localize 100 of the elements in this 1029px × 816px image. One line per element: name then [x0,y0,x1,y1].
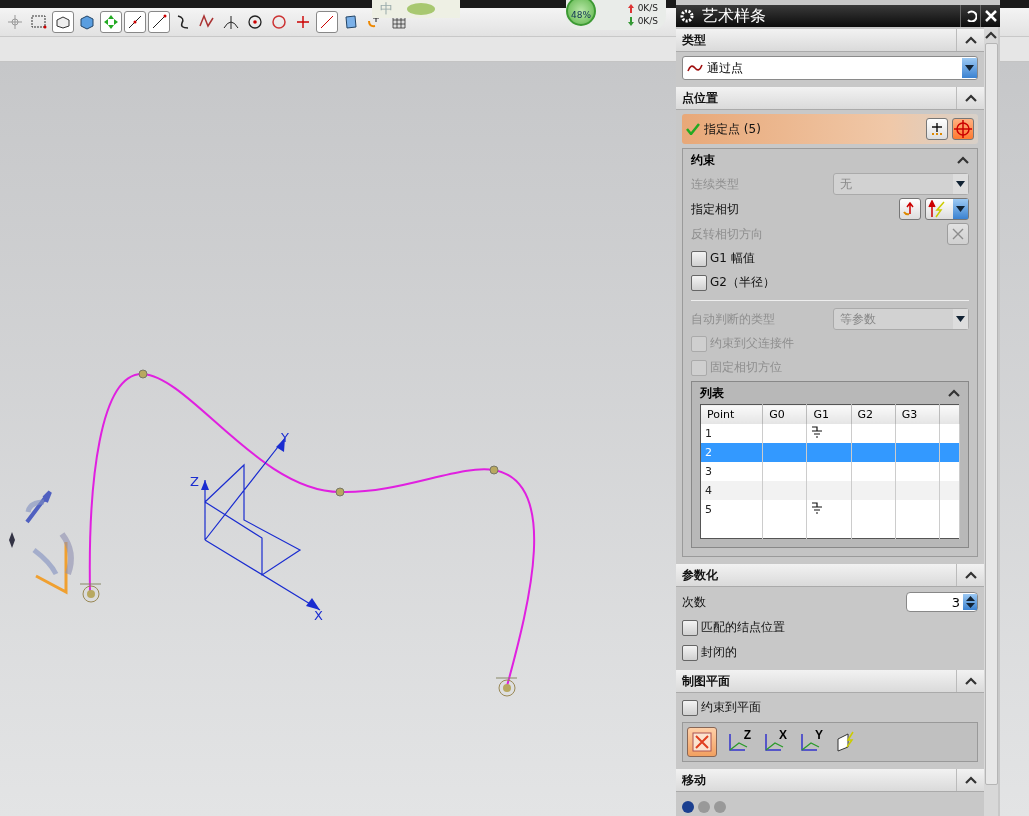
control-point [489,465,499,475]
table-cell: 4 [700,481,763,500]
ground-symbol-icon [811,502,824,514]
ime-mode-label: 中 [380,0,393,18]
line-icon [127,14,143,30]
undo-icon [964,10,977,22]
plus-icon [296,15,310,29]
top-bar [1000,0,1029,8]
chevron-up-icon [964,36,977,44]
caret-icon [956,316,965,322]
arrow-point-icon [903,202,917,216]
table-row[interactable]: 4 [700,481,960,500]
chevron-up-icon [964,94,977,102]
crosshair-icon [954,120,972,138]
point-dialog-button[interactable] [899,198,921,220]
end-point-marker [495,677,518,697]
point-selector[interactable]: 指定点 (5) [682,114,978,144]
ground-symbol-icon [811,426,824,438]
group-title: 列表 [700,384,725,402]
caret-icon [956,181,965,187]
dropdown: 无 [833,173,969,195]
plane-option-button[interactable] [687,727,717,757]
checkbox[interactable]: G1 幅值 [691,248,969,269]
collapse-button[interactable] [957,156,969,164]
spline-icon [199,14,215,30]
vector-icon [926,200,946,218]
radio-button[interactable] [698,801,710,813]
arrows-icon [103,14,119,30]
checkbox[interactable]: G2（半径） [691,272,969,293]
table-cell: 5 [700,500,763,519]
line-button[interactable] [148,11,170,33]
table-row[interactable]: 1 [700,424,960,443]
line-button[interactable] [124,11,146,33]
checkmark-icon [686,123,700,135]
line-icon [151,14,167,30]
column-header: G3 [895,404,940,424]
close-icon [984,10,997,22]
plane-option-button[interactable]: X [759,727,789,757]
point-dialog-button[interactable] [926,118,948,140]
plane-axis-icon [727,731,749,753]
field-label: 指定相切 [691,200,740,218]
dashed-rectangle-icon [31,15,47,29]
table-row[interactable]: 3 [700,462,960,481]
radio-button[interactable] [714,801,726,813]
type-dropdown[interactable]: 通过点 [682,56,978,80]
line-icon [319,14,335,30]
checkbox[interactable]: 匹配的结点位置 [682,617,978,638]
dropdown-value: 通过点 [707,59,743,77]
plane-option-button[interactable]: Z [723,727,753,757]
group-title: 约束 [691,151,716,169]
chevron-up-icon [957,156,969,164]
up-arrow-icon [627,4,634,13]
chevron-up-icon [964,571,977,579]
settings-icon [680,9,694,23]
circle-dot-icon [247,14,263,30]
dialog-title: 艺术样条 [702,5,767,27]
plus-icon [930,122,944,136]
download-rate: 0K/S [637,15,658,28]
curve-icon [175,14,191,30]
table-cell: 1 [700,424,763,443]
column-header: G0 [762,404,807,424]
caret-icon [956,206,965,212]
face-icon [343,14,359,30]
reset-button[interactable] [960,5,980,27]
checkbox[interactable]: 封闭的 [682,642,978,663]
column-header: Point [700,404,763,424]
radio-button[interactable] [682,801,694,813]
auto-plane-icon [691,731,713,753]
degree-spinner[interactable]: 3 [906,592,978,612]
collapse-button[interactable] [948,389,960,397]
plane-axis-icon [763,731,785,753]
coordinate-triad: X Y Z [190,430,323,623]
view-button[interactable] [52,11,74,33]
table-row[interactable]: 5 [700,500,960,519]
chevron-up-icon [948,389,960,397]
column-header: G2 [851,404,896,424]
intersection-icon [223,14,239,30]
spin-arrows-icon [965,596,975,608]
plane-option-button[interactable]: Y [795,727,825,757]
dropdown: 等参数 [833,308,969,330]
caret-icon [965,65,974,71]
end-point-marker [79,583,102,603]
chevron-up-icon [964,677,977,685]
plane-axis-icon [799,731,821,753]
circle-icon [271,14,287,30]
upload-rate: 0K/S [637,2,658,15]
chevron-up-icon [964,776,977,784]
spline-icon [687,63,703,73]
usage-gauge: 48% [566,0,596,26]
checkbox[interactable]: 约束到平面 [682,697,978,718]
control-point [138,369,148,379]
column-header: G1 [806,404,852,424]
vector-dropdown-button[interactable] [925,198,969,220]
crosshair-icon [8,15,22,29]
table-cell: 3 [700,462,763,481]
chevron-up-icon [985,31,997,39]
snap-button[interactable] [100,11,122,33]
plane-lightning-icon [835,731,857,753]
section-title: 点位置 [681,89,719,107]
table-cell: 2 [700,443,763,462]
